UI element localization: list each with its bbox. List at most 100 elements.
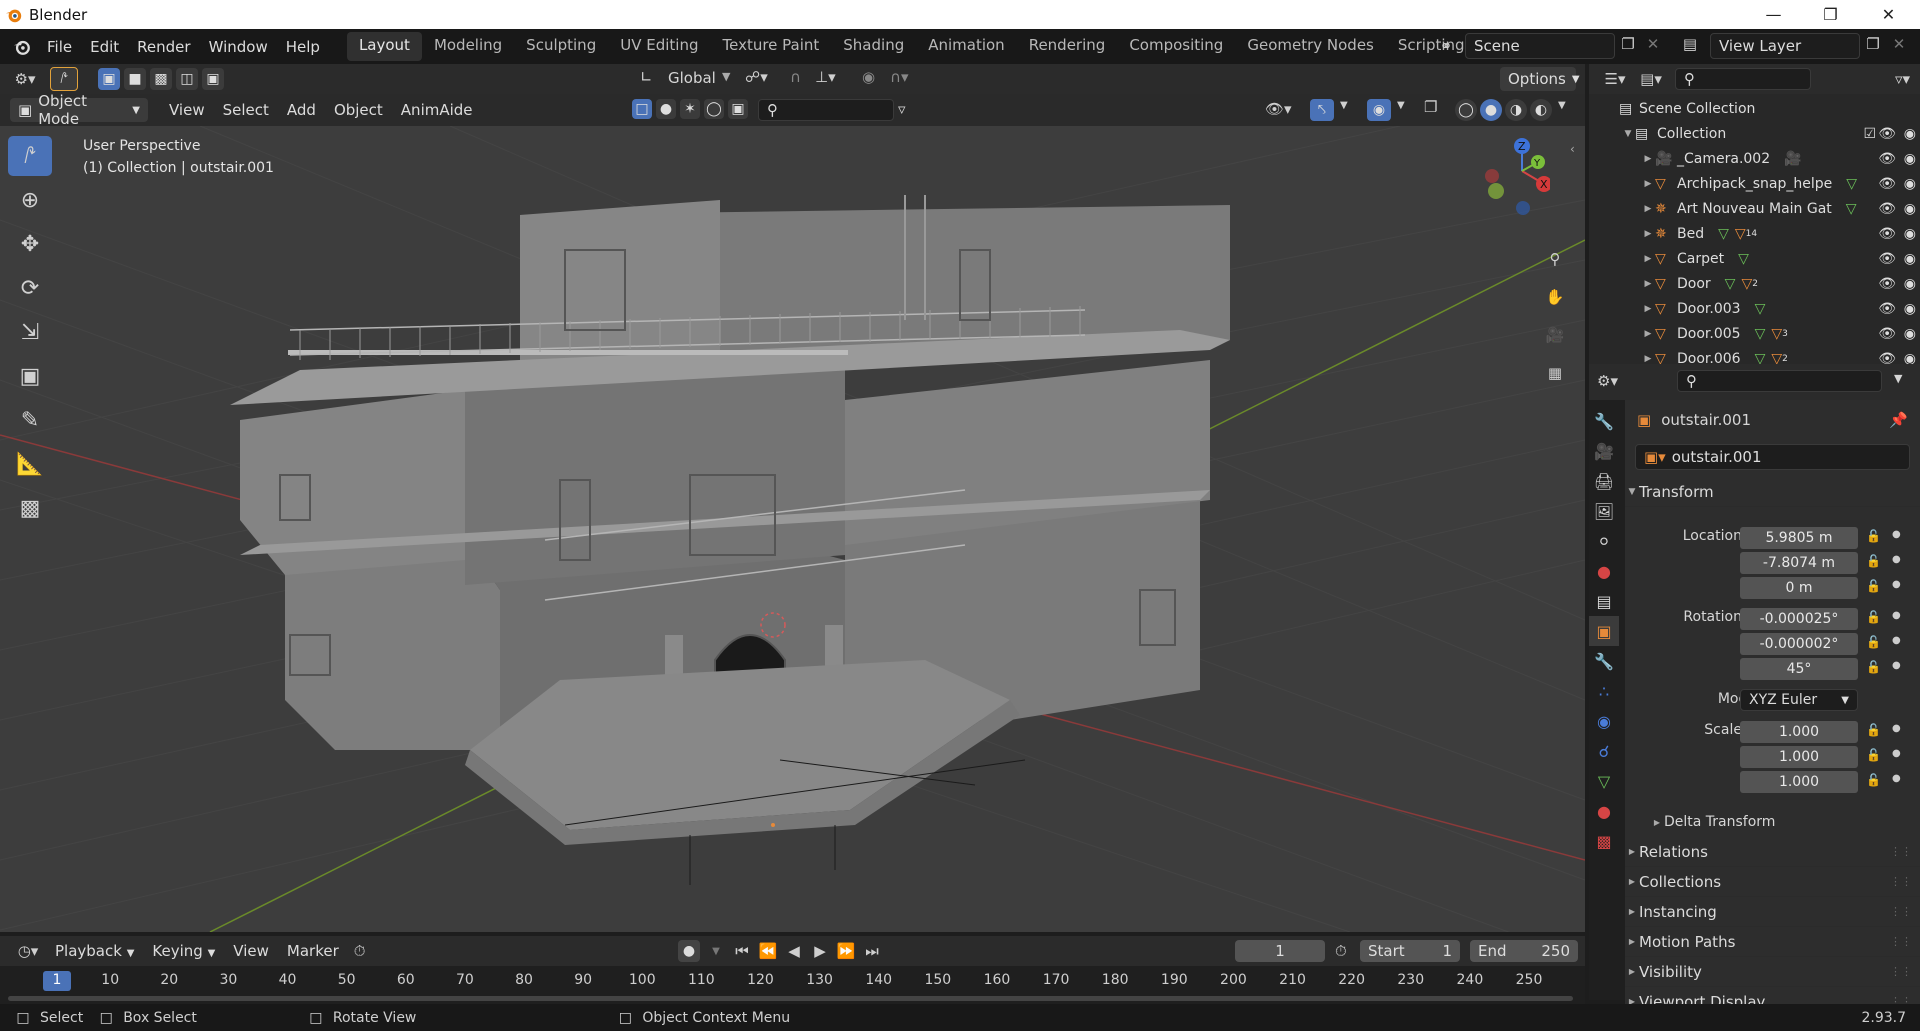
minimize-button[interactable]: —: [1745, 0, 1802, 29]
timeline-menu-marker[interactable]: Marker: [278, 942, 348, 960]
tab-rendering[interactable]: Rendering: [1017, 32, 1118, 61]
lock-icon[interactable]: 🔓: [1866, 773, 1881, 787]
gizmo-toggle-icon[interactable]: ⤣: [1310, 99, 1334, 121]
editor-type-icon[interactable]: ⚙▾: [6, 70, 44, 88]
pivot-point-icon[interactable]: ☍▾: [745, 68, 768, 86]
add-cube-tool-icon[interactable]: ▩: [8, 488, 52, 528]
delete-scene-icon[interactable]: ✕: [1642, 35, 1664, 53]
camera-filter-icon[interactable]: ▣: [728, 99, 748, 119]
lock-icon[interactable]: 🔓: [1866, 723, 1881, 737]
extend-selection-icon[interactable]: ■: [124, 68, 146, 90]
rotation-y-field[interactable]: -0.000002°: [1740, 633, 1858, 655]
panel-instancing[interactable]: ▶ Instancing ⋮⋮: [1625, 897, 1920, 927]
current-frame-field[interactable]: 1: [1235, 940, 1325, 962]
play-reverse-icon[interactable]: ◀: [784, 940, 804, 962]
render-camera-icon[interactable]: ◉: [1904, 226, 1916, 242]
shading-dropdown-icon[interactable]: ▼: [1558, 100, 1566, 111]
outliner-filter-icon[interactable]: ▿▾: [1895, 70, 1910, 88]
scale-y-field[interactable]: 1.000: [1740, 746, 1858, 768]
panel-visibility[interactable]: ▶ Visibility ⋮⋮: [1625, 957, 1920, 987]
collapse-sidebar-icon[interactable]: ‹: [1570, 142, 1575, 156]
xray-toggle-icon[interactable]: ❐: [1424, 98, 1437, 116]
keyframe-dot-icon[interactable]: ●: [1892, 610, 1901, 621]
visibility-eye-icon[interactable]: 👁▾: [1265, 100, 1292, 118]
pan-hand-icon[interactable]: ✋: [1540, 282, 1570, 312]
maximize-button[interactable]: ❐: [1802, 0, 1859, 29]
expand-right-icon[interactable]: ▶: [1641, 154, 1655, 164]
select-tool-icon[interactable]: ⭚: [8, 136, 52, 176]
blender-menu-icon[interactable]: [6, 38, 38, 56]
overlay-toggle-icon[interactable]: ◉: [1367, 99, 1391, 121]
auto-keying-icon[interactable]: ⏱: [354, 942, 366, 960]
checkbox-icon[interactable]: ☑: [1863, 126, 1876, 142]
outliner-row[interactable]: ▶ ▽ Archipack_snap_helpe ▽ 👁 ◉: [1589, 171, 1920, 196]
end-frame-field[interactable]: End 250: [1470, 940, 1578, 962]
viewport-menu-view[interactable]: View: [160, 101, 214, 119]
expand-right-icon[interactable]: ▶: [1641, 329, 1655, 339]
delta-transform-subpanel[interactable]: ▶ Delta Transform: [1650, 811, 1920, 833]
timeline-menu-playback[interactable]: Playback ▼: [46, 942, 143, 960]
timeline-area[interactable]: 1 10 20 30 40 50 60 70 80 90 100 110 120 130 140 150 160…: [0, 966, 1585, 1004]
render-camera-icon[interactable]: ◉: [1904, 301, 1916, 317]
timeline-menu-view[interactable]: View: [224, 942, 278, 960]
world-filter-icon[interactable]: ◯: [704, 99, 724, 119]
outliner-editor-icon[interactable]: ☰▾: [1597, 70, 1633, 88]
view-layer-icon[interactable]: ▤: [1674, 35, 1706, 53]
scene-tab-icon[interactable]: ⚪: [1589, 526, 1619, 556]
collection-tab-icon[interactable]: ▤: [1589, 586, 1619, 616]
constraints-tab-icon[interactable]: ☌: [1589, 736, 1619, 766]
outliner-row[interactable]: ▶ ✵ Art Nouveau Main Gat ▽ 👁 ◉: [1589, 196, 1920, 221]
particles-tab-icon[interactable]: ∴: [1589, 676, 1619, 706]
rotation-x-field[interactable]: -0.000025°: [1740, 608, 1858, 630]
display-mode-icon[interactable]: ▤▾: [1633, 70, 1669, 88]
proportional-editing-icon[interactable]: ◉: [862, 68, 875, 86]
keyframe-dot-icon[interactable]: ●: [1892, 748, 1901, 759]
keyframe-dot-icon[interactable]: ●: [1892, 529, 1901, 540]
transform-orientation-select[interactable]: Global: [668, 69, 716, 87]
3d-viewport[interactable]: User Perspective (1) Collection | outsta…: [0, 126, 1585, 932]
subtract-selection-icon[interactable]: ▩: [150, 68, 172, 90]
drag-handle-icon[interactable]: ⋮⋮: [1890, 935, 1912, 948]
new-view-layer-icon[interactable]: ❐: [1862, 35, 1884, 53]
play-icon[interactable]: ▶: [810, 940, 830, 962]
wireframe-shading-icon[interactable]: ◯: [1455, 99, 1477, 121]
jump-end-icon[interactable]: ⏭: [862, 940, 882, 962]
data-tab-icon[interactable]: ▽: [1589, 766, 1619, 796]
eye-icon[interactable]: 👁: [1878, 151, 1896, 167]
timeline-menu-keying[interactable]: Keying ▼: [143, 942, 224, 960]
object-tab-icon[interactable]: ▣: [1589, 616, 1619, 646]
output-tab-icon[interactable]: 🖨: [1589, 466, 1619, 496]
chevron-down-icon[interactable]: ▼: [1894, 372, 1902, 385]
annotate-tool-icon[interactable]: ✎: [8, 400, 52, 440]
view-layer-field[interactable]: View Layer: [1710, 33, 1860, 59]
viewport-search-input[interactable]: ⚲: [758, 99, 894, 121]
tab-uv-editing[interactable]: UV Editing: [608, 32, 710, 61]
rotation-z-field[interactable]: 45°: [1740, 658, 1858, 680]
eye-icon[interactable]: 👁: [1878, 276, 1896, 292]
render-camera-icon[interactable]: ◉: [1904, 251, 1916, 267]
snap-target-icon[interactable]: ⊥▾: [815, 68, 836, 86]
scene-collection-row[interactable]: ▤ Scene Collection: [1589, 96, 1920, 121]
perspective-grid-icon[interactable]: ▦: [1540, 358, 1570, 388]
location-y-field[interactable]: -7.8074 m: [1740, 552, 1858, 574]
keyframe-dot-icon[interactable]: ●: [1892, 660, 1901, 671]
timeline-scrollbar[interactable]: [8, 996, 1573, 1001]
options-dropdown[interactable]: Options ▼: [1500, 67, 1580, 91]
keyframe-dot-icon[interactable]: ●: [1892, 635, 1901, 646]
mesh-filter-icon[interactable]: □: [632, 99, 652, 119]
location-x-field[interactable]: 5.9805 m: [1740, 527, 1858, 549]
keyframe-dot-icon[interactable]: ●: [1892, 773, 1901, 784]
snap-icon[interactable]: ∩: [790, 68, 801, 86]
next-keyframe-icon[interactable]: ⏩: [836, 940, 856, 962]
intersect-selection-icon[interactable]: ▣: [202, 68, 224, 90]
select-box-tool-icon[interactable]: ⭚: [50, 67, 78, 91]
eye-icon[interactable]: 👁: [1878, 251, 1896, 267]
render-tab-icon[interactable]: 🎥: [1589, 436, 1619, 466]
menu-file[interactable]: File: [38, 38, 81, 56]
outliner-row[interactable]: ▶ ✵ Bed ▽ ▽ 14 👁 ◉: [1589, 221, 1920, 246]
outliner-row[interactable]: ▶ ▽ Carpet ▽ 👁 ◉: [1589, 246, 1920, 271]
viewport-menu-object[interactable]: Object: [325, 101, 392, 119]
close-button[interactable]: ✕: [1860, 0, 1917, 29]
zoom-icon[interactable]: ⚲: [1540, 244, 1570, 274]
navigation-gizmo[interactable]: Z X Y: [1470, 136, 1585, 236]
